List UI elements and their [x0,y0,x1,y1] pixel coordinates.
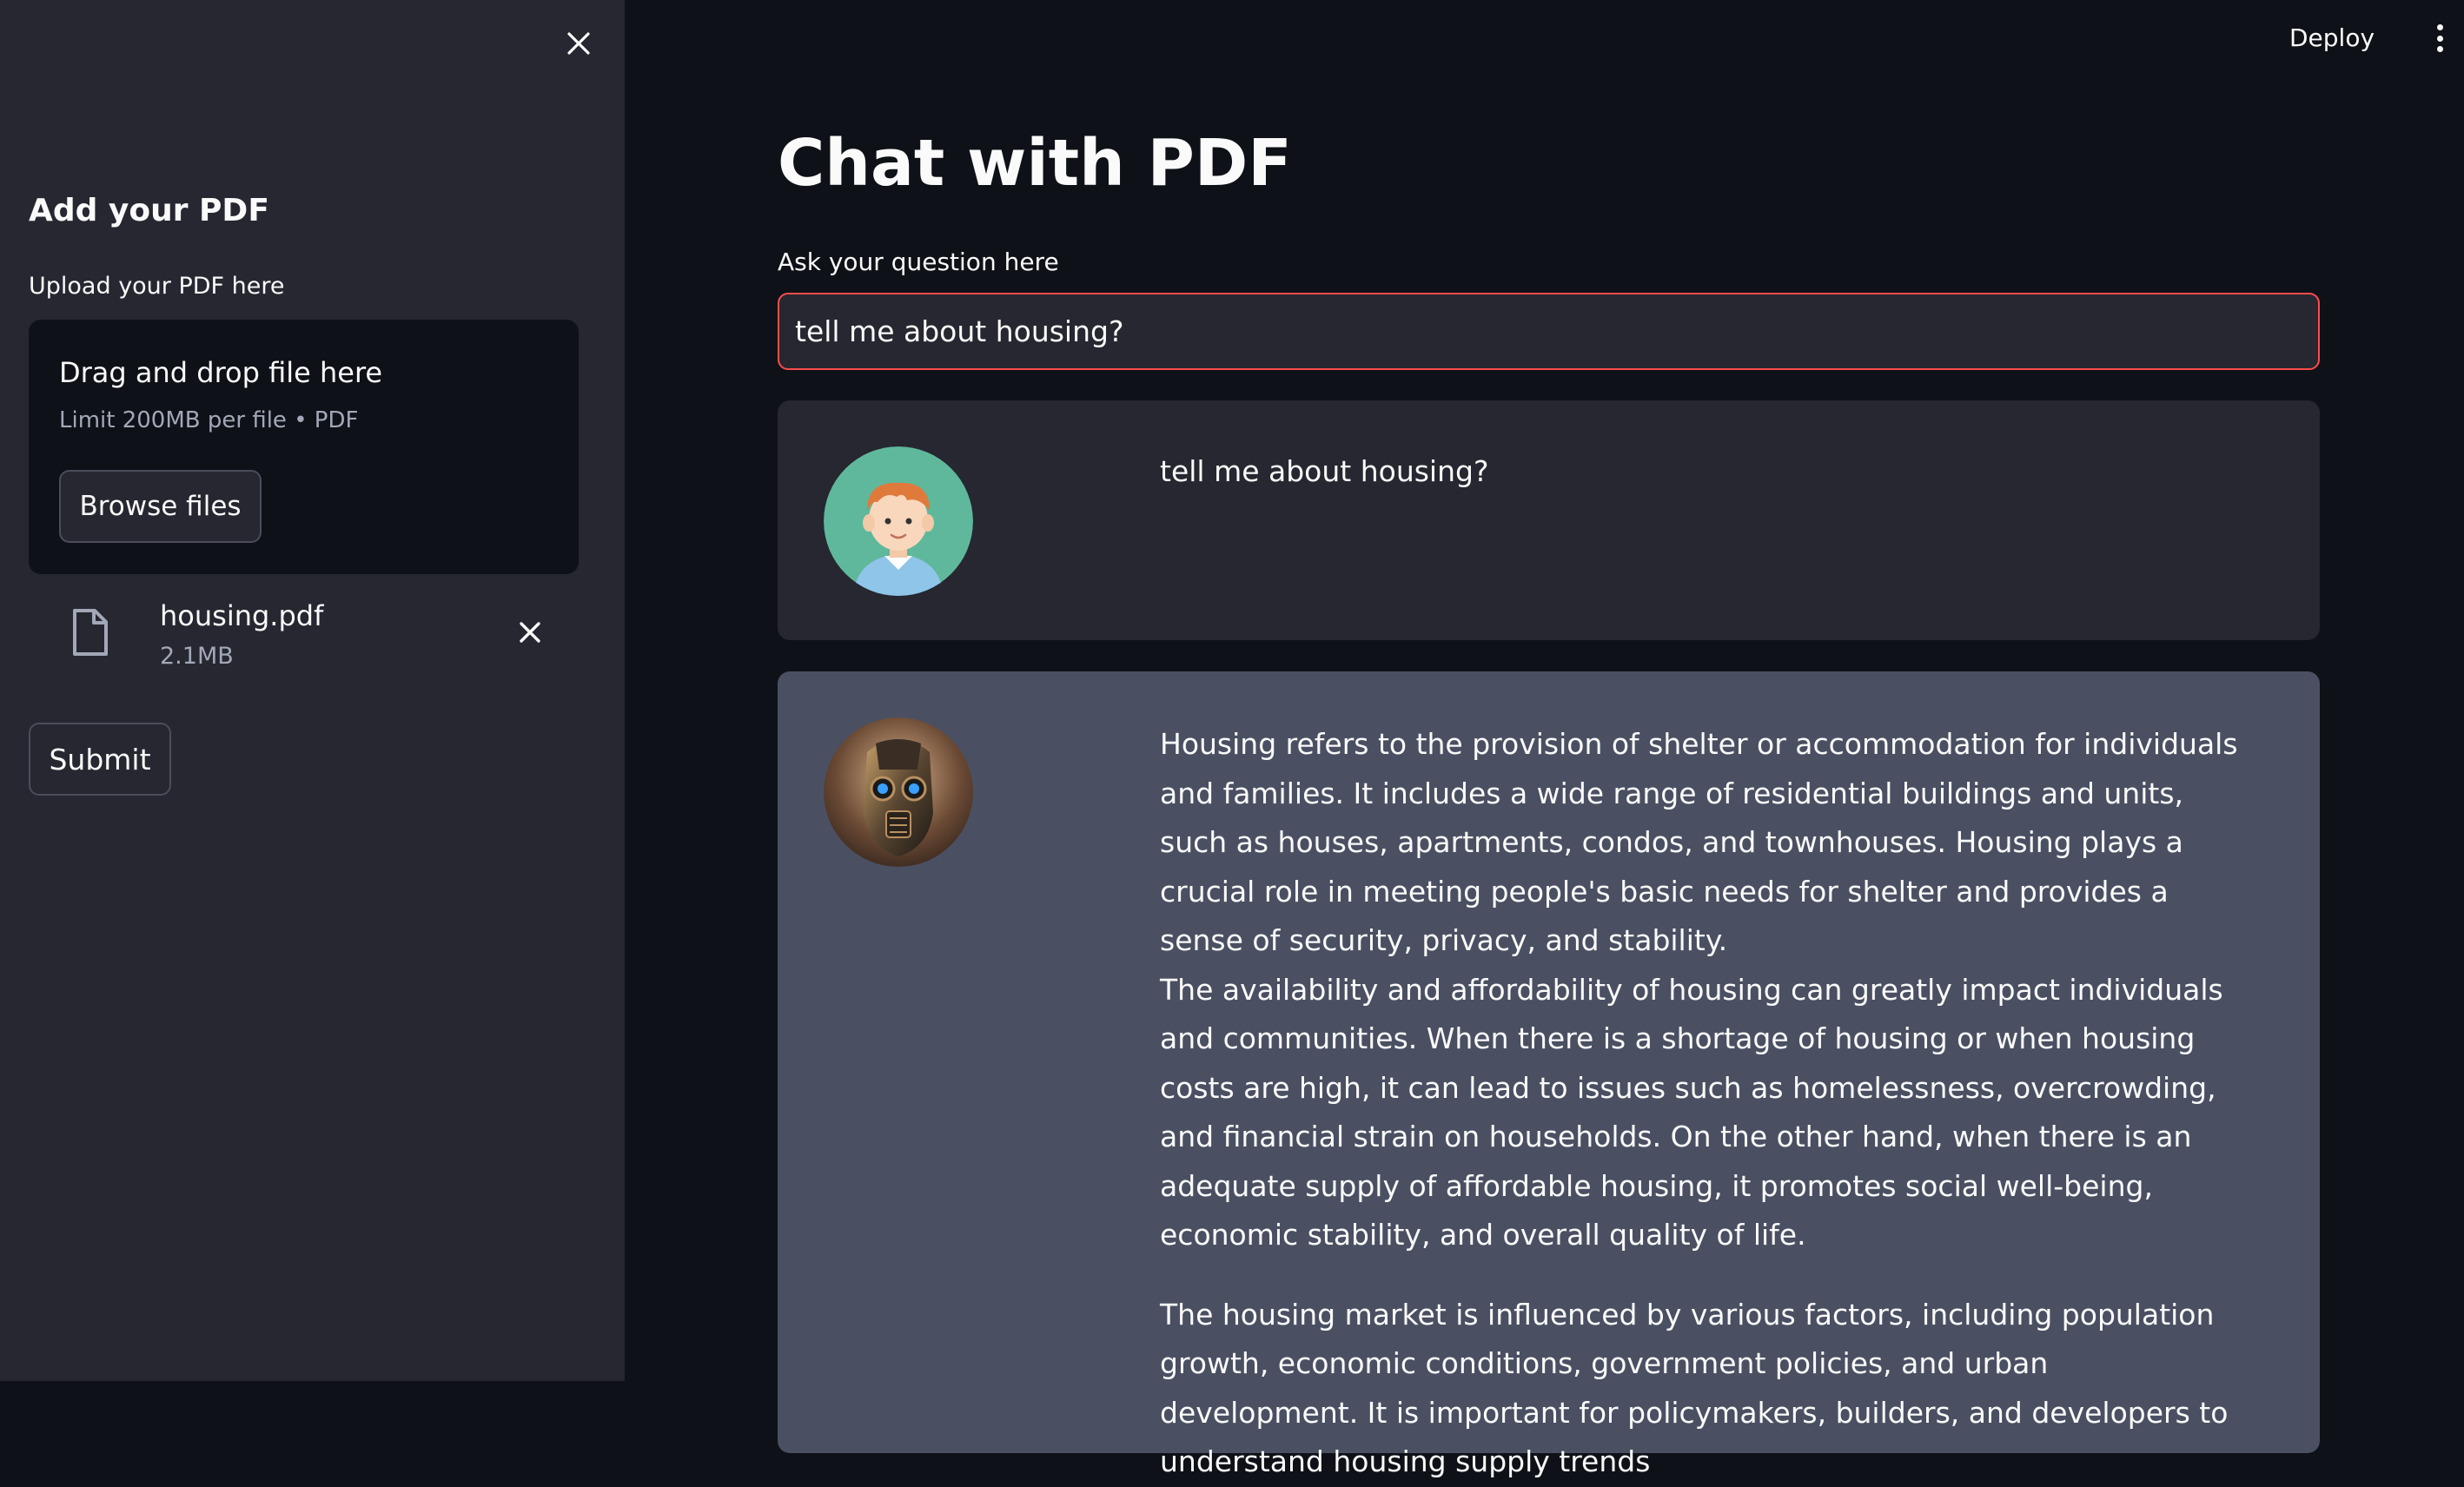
close-icon [520,622,540,643]
upload-label: Upload your PDF here [29,273,285,300]
bot-paragraph: The housing market is influenced by vari… [1160,1297,2229,1479]
user-avatar [824,446,973,596]
main-menu-button[interactable] [2427,19,2453,57]
submit-button[interactable]: Submit [29,723,171,796]
file-dropzone[interactable]: Drag and drop file here Limit 200MB per … [29,320,579,574]
kebab-menu-icon [2436,46,2443,52]
user-message: tell me about housing? [778,400,2320,640]
sidebar: Add your PDF Upload your PDF here Drag a… [0,0,625,1381]
close-icon [567,32,590,55]
kebab-menu-icon [2436,35,2443,42]
question-input[interactable] [778,293,2320,370]
bot-message-text: Housing refers to the provision of shelt… [1160,720,2255,1487]
question-label: Ask your question here [778,248,1059,276]
uploaded-file: housing.pdf 2.1MB [29,582,579,686]
bot-avatar [824,717,973,867]
browse-files-button[interactable]: Browse files [59,470,262,543]
remove-file-button[interactable] [509,611,551,653]
user-message-text: tell me about housing? [1160,454,1489,488]
bot-message: Housing refers to the provision of shelt… [778,671,2320,1478]
bot-paragraph: The availability and affordability of ho… [1160,972,2223,1252]
dropzone-limit: Limit 200MB per file • PDF [59,407,359,433]
file-name: housing.pdf [160,599,324,632]
sidebar-heading: Add your PDF [29,193,269,228]
file-icon [73,609,108,656]
page-title: Chat with PDF [778,126,1292,201]
deploy-button[interactable]: Deploy [2289,17,2375,57]
kebab-menu-icon [2436,24,2443,30]
bot-paragraph: Housing refers to the provision of shelt… [1160,727,2238,957]
dropzone-title: Drag and drop file here [59,356,383,389]
sidebar-close-button[interactable] [560,24,598,63]
file-size: 2.1MB [160,643,234,670]
